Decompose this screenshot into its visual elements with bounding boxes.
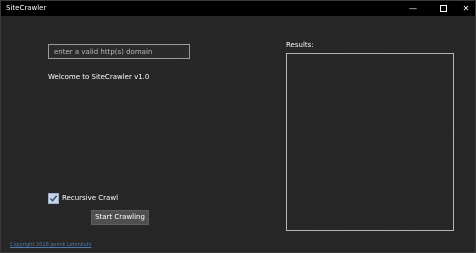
minimize-button[interactable]: — [401,1,425,16]
checkmark-icon [50,195,58,202]
copyright-link[interactable]: Copyright 2018 Jannik Lehmkuhl [10,242,91,248]
maximize-icon [439,4,447,12]
results-list[interactable] [286,53,454,231]
title-bar[interactable]: SiteCrawler — ✕ [1,1,475,16]
recursive-crawl-label[interactable]: Recursive Crawl [62,194,118,202]
results-label: Results: [286,41,314,49]
app-window: SiteCrawler — ✕ Welcome to SiteCrawler v… [0,0,476,253]
main-content: Welcome to SiteCrawler v1.0 Results: Rec… [1,16,475,252]
close-button[interactable]: ✕ [454,1,476,16]
recursive-crawl-checkbox[interactable] [48,193,59,204]
maximize-button[interactable] [431,1,455,16]
window-title: SiteCrawler [6,4,47,12]
start-crawling-button[interactable]: Start Crawling [91,210,149,225]
domain-input[interactable] [48,44,190,59]
welcome-message: Welcome to SiteCrawler v1.0 [48,73,150,81]
